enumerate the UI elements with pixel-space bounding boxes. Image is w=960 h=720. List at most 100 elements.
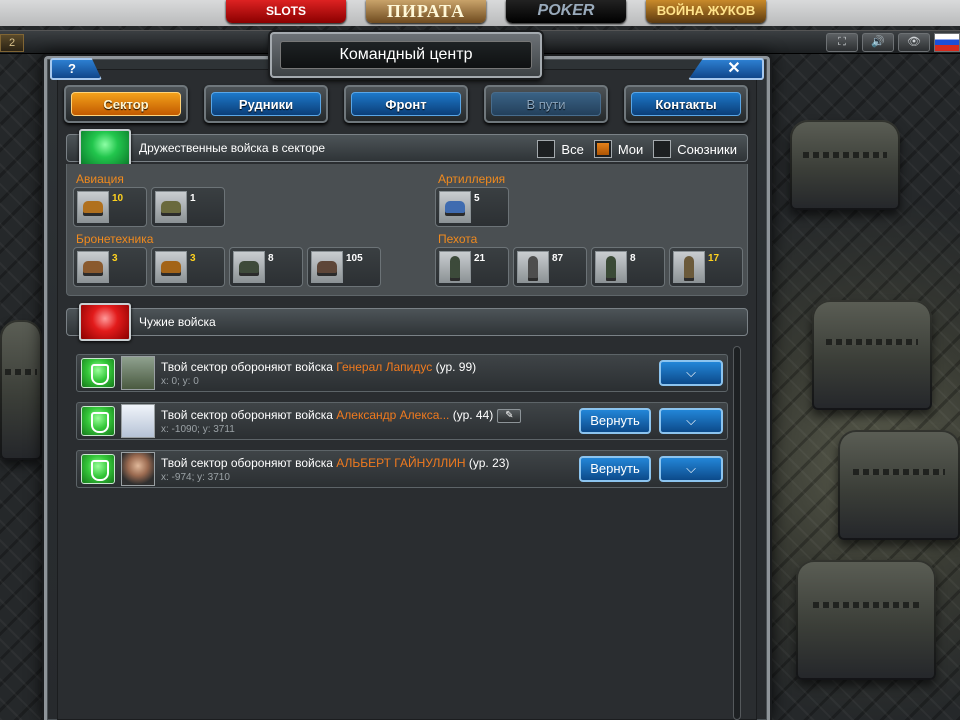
map-bunker[interactable] [796,560,936,680]
unit-infantry-3[interactable]: 8 [591,247,665,287]
mech-icon [311,251,343,283]
map-bunker[interactable] [812,300,932,410]
topbar-counter[interactable]: 2 [0,34,24,52]
map-bunker[interactable] [838,430,960,540]
friendly-troops-title: Дружественные войска в секторе [139,141,326,155]
window-title: Командный центр [280,41,532,69]
expand-button[interactable]: ⌵ [659,456,723,482]
tab-label: Сектор [71,92,181,116]
enemy-status-icon [79,303,131,341]
unit-armor-4[interactable]: 105 [307,247,381,287]
unit-artillery-1[interactable]: 5 [435,187,509,227]
unit-count: 17 [708,253,720,264]
defender-title: Твой сектор обороняют войска Александр А… [161,408,522,423]
unit-infantry-1[interactable]: 21 [435,247,509,287]
unit-count: 10 [112,193,124,204]
filter-all[interactable]: Все [537,140,584,158]
enemy-troops-header: Чужие войска [66,303,748,341]
defender-prefix: Твой сектор обороняют войска [161,360,337,374]
category-aviation-label: Авиация [76,172,124,186]
return-button[interactable]: Вернуть [579,456,651,482]
tab-sector[interactable]: Сектор [64,85,188,123]
list-scrollbar[interactable] [733,346,741,720]
expand-button[interactable]: ⌵ [659,360,723,386]
eye-icon[interactable]: 👁 [898,33,930,52]
avatar[interactable] [121,356,155,390]
defender-coords: x: -1090; y: 3711 [161,424,235,435]
friendly-troops-header: Дружественные войска в секторе Все Мои С… [66,129,748,167]
defender-name[interactable]: Генерал Лапидус [336,360,432,374]
language-flag-icon[interactable] [934,33,960,52]
filter-mine[interactable]: Мои [593,140,644,158]
defender-row: Твой сектор обороняют войска Генерал Лап… [76,354,728,392]
unit-count: 21 [474,253,486,264]
unit-count: 3 [112,253,118,264]
chevron-down-icon: ⌵ [686,365,696,380]
defender-name[interactable]: Александр Алекса... [336,408,449,422]
avatar[interactable] [121,404,155,438]
window-title-plate: Командный центр [270,32,542,78]
filter-all-checkbox[interactable] [537,140,556,158]
defender-row: Твой сектор обороняют войска АЛЬБЕРТ ГАЙ… [76,450,728,488]
aircraft-icon [77,191,109,223]
defender-prefix: Твой сектор обороняют войска [161,456,337,470]
filter-allies[interactable]: Союзники [653,140,737,158]
chevron-down-icon: ⌵ [686,413,696,428]
promo-pirata[interactable]: ПИРАТА [366,0,486,23]
tab-label: Контакты [631,92,741,116]
tab-contacts[interactable]: Контакты [624,85,748,123]
soldier-icon [439,251,471,283]
defender-row: Твой сектор обороняют войска Александр А… [76,402,728,440]
defender-prefix: Твой сектор обороняют войска [161,408,337,422]
filter-all-label: Все [561,141,584,157]
filter-allies-checkbox[interactable] [653,140,672,158]
unit-aviation-2[interactable]: 1 [151,187,225,227]
map-bunker[interactable] [790,120,900,210]
unit-count: 87 [552,253,564,264]
unit-count: 105 [346,253,363,264]
unit-count: 5 [474,193,480,204]
return-button[interactable]: Вернуть [579,408,651,434]
category-artillery-label: Артиллерия [438,172,506,186]
unit-armor-2[interactable]: 3 [151,247,225,287]
avatar[interactable] [121,452,155,486]
filter-mine-label: Мои [617,141,644,157]
unit-infantry-4[interactable]: 17 [669,247,743,287]
unit-count: 8 [630,253,636,264]
soldier-icon [517,251,549,283]
tab-in-transit: В пути [484,85,608,123]
speaker-icon[interactable]: 🔊 [862,33,894,52]
tab-mines[interactable]: Рудники [204,85,328,123]
shield-icon [81,406,115,436]
unit-armor-3[interactable]: 8 [229,247,303,287]
expand-button[interactable]: ⌵ [659,408,723,434]
defender-level: (ур. 23) [465,456,510,470]
artillery-icon [439,191,471,223]
fullscreen-icon[interactable]: ⛶ [826,33,858,52]
tab-label: В пути [491,92,601,116]
pencil-icon[interactable]: ✎ [497,408,522,423]
filter-mine-checkbox[interactable] [593,140,612,158]
tab-label: Фронт [351,92,461,116]
promo-poker[interactable]: POKER [506,0,626,23]
promo-beetles-war[interactable]: ВОЙНА ЖУКОВ [646,0,766,23]
filter-allies-label: Союзники [677,141,737,157]
soldier-icon [673,251,705,283]
defender-title: Твой сектор обороняют войска АЛЬБЕРТ ГАЙ… [161,456,509,470]
unit-aviation-1[interactable]: 10 [73,187,147,227]
mech-icon [77,251,109,283]
chevron-down-icon: ⌵ [686,461,696,476]
soldier-icon [595,251,627,283]
tab-label: Рудники [211,92,321,116]
unit-armor-1[interactable]: 3 [73,247,147,287]
unit-count: 3 [190,253,196,264]
close-icon: ✕ [727,60,741,77]
defender-coords: x: -974; y: 3710 [161,472,230,483]
defender-level: (ур. 44) [449,408,494,422]
tab-front[interactable]: Фронт [344,85,468,123]
map-bunker[interactable] [0,320,42,460]
promo-strip: SLOTS ПИРАТА POKER ВОЙНА ЖУКОВ [0,0,960,26]
defender-name[interactable]: АЛЬБЕРТ ГАЙНУЛЛИН [336,456,465,470]
unit-infantry-2[interactable]: 87 [513,247,587,287]
promo-slots[interactable]: SLOTS [226,0,346,23]
